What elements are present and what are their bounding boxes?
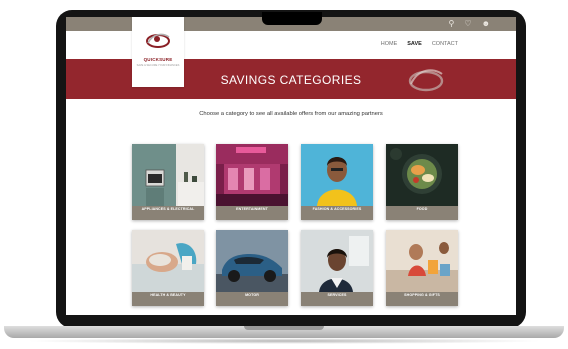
- intro-text: Choose a category to see all available o…: [199, 111, 383, 117]
- camera-notch: [262, 12, 322, 25]
- category-tile-health-beauty[interactable]: HEALTH & BEAUTY: [132, 230, 204, 306]
- entertainment-photo: [216, 144, 288, 206]
- brand-name: QUICKSURE: [143, 57, 173, 62]
- laptop-shadow: [24, 338, 544, 344]
- motor-photo: [216, 230, 288, 292]
- category-label: SERVICES: [327, 293, 347, 297]
- category-tile-entertainment[interactable]: ENTERTAINMENT: [216, 144, 288, 220]
- swoosh-watermark-icon: [408, 69, 444, 92]
- nav-save[interactable]: SAVE: [407, 41, 422, 47]
- search-icon[interactable]: ⚲: [449, 19, 455, 29]
- brand-tagline: SAVE & SECURE YOUR FINANCES: [136, 64, 180, 67]
- category-tile-food[interactable]: FOOD: [386, 144, 458, 220]
- fashion-photo: [301, 144, 373, 206]
- top-icons: ⚲ ♡ ☻: [449, 19, 490, 29]
- category-label: ENTERTAINMENT: [236, 207, 268, 211]
- website-screen: ⚲ ♡ ☻ QUICKSURE SAVE & SECURE YOUR FINAN…: [66, 17, 516, 315]
- health-beauty-photo: [132, 230, 204, 292]
- category-label: FASHION & ACCESSORIES: [312, 207, 362, 211]
- category-tile-motor[interactable]: MOTOR: [216, 230, 288, 306]
- category-label: FOOD: [416, 207, 428, 211]
- user-icon[interactable]: ☻: [482, 19, 490, 29]
- category-label: SHOPPING & GIFTS: [404, 293, 440, 297]
- category-label: APPLIANCES & ELECTRICAL: [141, 207, 195, 211]
- shopping-gifts-photo: [386, 230, 458, 292]
- main-nav: HOME SAVE CONTACT: [381, 41, 458, 47]
- category-tile-services[interactable]: SERVICES: [301, 230, 373, 306]
- services-photo: [301, 230, 373, 292]
- food-photo: [386, 144, 458, 206]
- category-tile-shopping-gifts[interactable]: SHOPPING & GIFTS: [386, 230, 458, 306]
- heart-icon[interactable]: ♡: [464, 19, 471, 29]
- category-label: MOTOR: [245, 293, 259, 297]
- swoosh-logo-icon: [146, 33, 170, 48]
- brand-logo[interactable]: QUICKSURE SAVE & SECURE YOUR FINANCES: [132, 17, 184, 87]
- nav-home[interactable]: HOME: [381, 41, 398, 47]
- category-tile-fashion[interactable]: FASHION & ACCESSORIES: [301, 144, 373, 220]
- nav-contact[interactable]: CONTACT: [432, 41, 458, 47]
- category-tile-appliances[interactable]: APPLIANCES & ELECTRICAL: [132, 144, 204, 220]
- category-label: HEALTH & BEAUTY: [150, 293, 186, 297]
- appliances-photo: [132, 144, 204, 206]
- laptop-base-lip: [244, 326, 324, 330]
